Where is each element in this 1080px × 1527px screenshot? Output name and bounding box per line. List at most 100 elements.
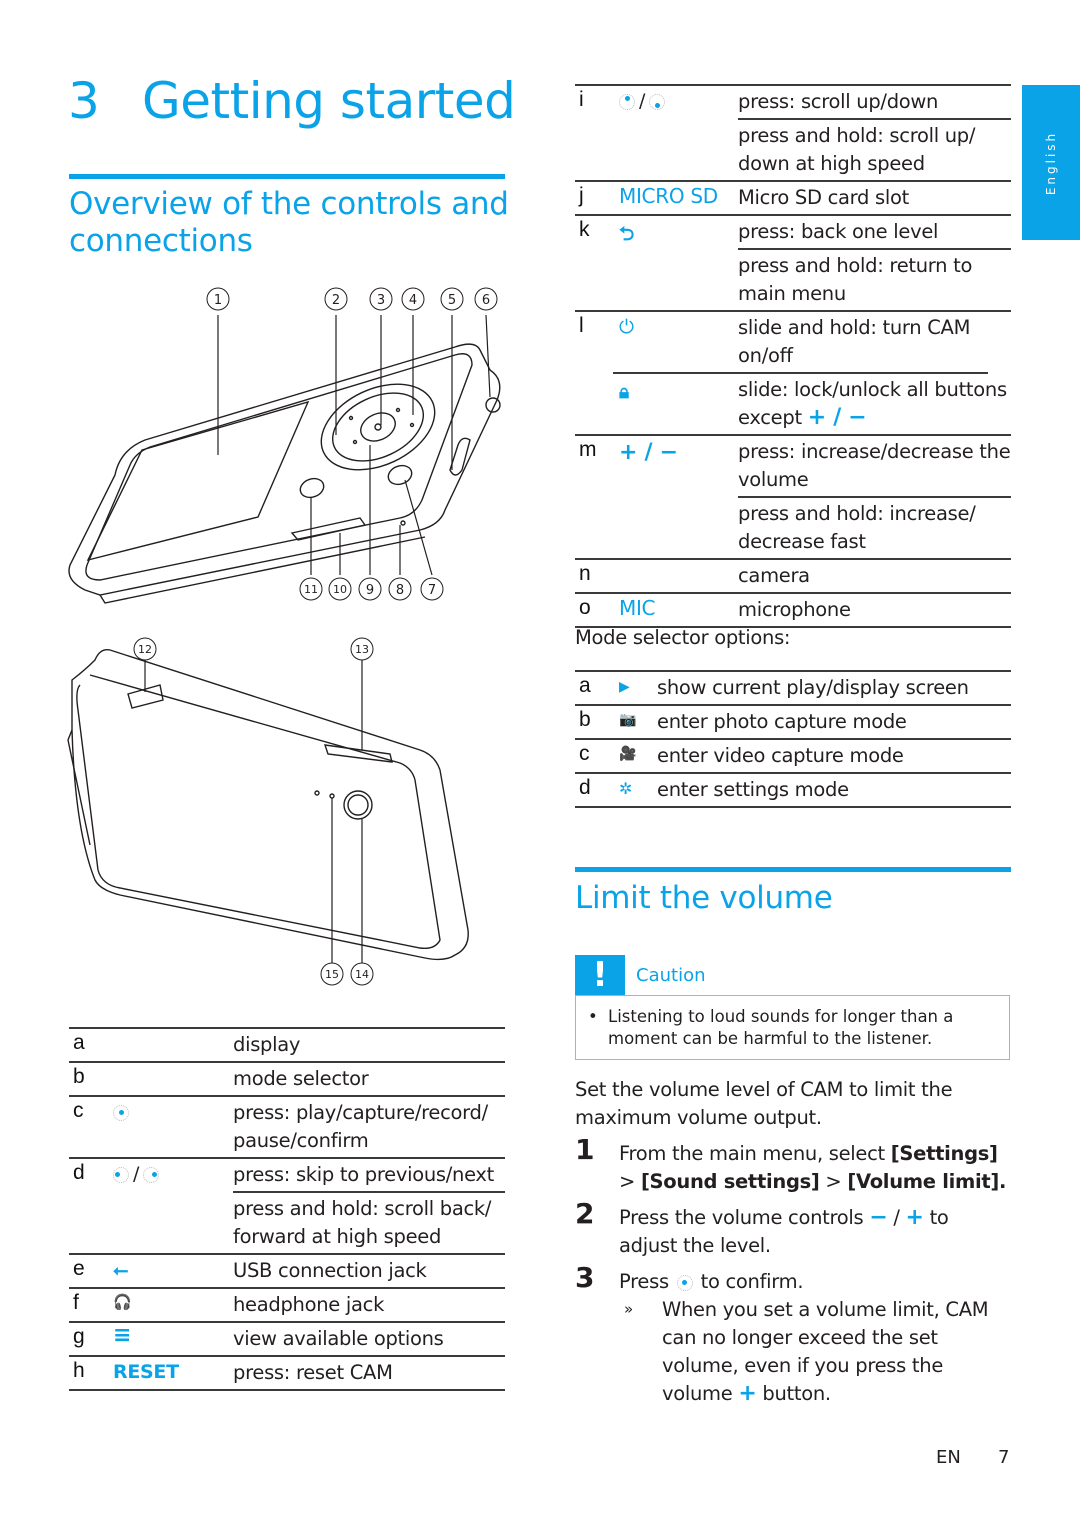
svg-text:12: 12 <box>138 643 152 656</box>
caution-label: Caution <box>636 965 706 986</box>
micro-sd-label: MICRO SD <box>619 184 718 208</box>
microphone-hole <box>400 520 406 526</box>
back-icon: ⮌ <box>619 223 634 245</box>
svg-text:3: 3 <box>377 293 385 308</box>
volume-intro: Set the volume level of CAM to limit the… <box>575 1078 953 1129</box>
microphone-back <box>329 793 335 799</box>
step-3-text: Press to confirm. <box>619 1270 804 1293</box>
menu-icon: ≡ <box>113 1323 132 1348</box>
table-row: i / press: scroll up/down press and hold… <box>575 84 1011 182</box>
svg-text:6: 6 <box>482 293 490 308</box>
volume-button-top <box>323 744 393 763</box>
table-row: n camera <box>575 560 1011 594</box>
step-number: 2 <box>575 1197 595 1230</box>
device-body-outline <box>68 343 501 596</box>
section-rule-volume <box>575 867 1011 872</box>
svg-text:7: 7 <box>428 583 436 598</box>
nav-center-button <box>360 412 396 442</box>
footer-language: EN <box>936 1447 961 1468</box>
caution-text: Listening to loud sounds for longer than… <box>608 1007 954 1048</box>
svg-text:15: 15 <box>325 968 339 981</box>
callout-14: 14 <box>350 962 374 986</box>
table-row: c press: play/capture/record/ pause/conf… <box>69 1097 505 1159</box>
callout-12: 12 <box>133 637 157 661</box>
plus-minus-icon: + / − <box>807 405 867 430</box>
section-rule <box>69 174 505 179</box>
mic-label: MIC <box>619 596 656 620</box>
svg-text:10: 10 <box>333 583 347 596</box>
svg-text:14: 14 <box>355 968 369 981</box>
svg-text:1: 1 <box>214 293 222 308</box>
svg-text:11: 11 <box>304 583 318 596</box>
language-tab-label: English <box>1044 130 1058 195</box>
plus-icon: + <box>738 1381 757 1406</box>
controls-table-right: i / press: scroll up/down press and hold… <box>575 84 1011 628</box>
section-title-overview: Overview of the controls and connections <box>69 186 509 259</box>
led-indicator <box>314 790 320 796</box>
chapter-title-text: Getting started <box>142 72 516 130</box>
volume-plus-minus-icon: + / − <box>619 440 678 465</box>
usb-icon: ⭠ <box>113 1259 128 1281</box>
callout-5: 5 <box>440 287 464 311</box>
table-row: b 📷 enter photo capture mode <box>575 706 1011 740</box>
callout-13: 13 <box>350 637 374 661</box>
minus-icon: − <box>869 1205 888 1230</box>
play-icon: ▶ <box>619 679 630 695</box>
reset-label: RESET <box>113 1361 179 1383</box>
svg-text:13: 13 <box>355 643 369 656</box>
nav-center-icon <box>113 1101 129 1123</box>
table-row: l ⏻ slide and hold: turn CAM on/off 🔒︎ s… <box>575 312 1011 436</box>
camera-icon: 📷 <box>619 712 637 728</box>
callout-8: 8 <box>388 577 412 601</box>
table-row: a display <box>69 1027 505 1063</box>
step-1-text: From the main menu, select [Settings] > … <box>619 1142 1007 1193</box>
back-button <box>387 464 413 486</box>
callout-9: 9 <box>358 577 382 601</box>
power-lock-switch <box>449 437 471 476</box>
camera-lens-inner <box>347 794 369 816</box>
callout-6: 6 <box>474 287 498 311</box>
chapter-title: 3 Getting started <box>68 72 516 130</box>
callout-1: 1 <box>206 287 230 311</box>
micro-sd-slot <box>290 517 367 541</box>
callout-4: 4 <box>401 287 425 311</box>
table-row: o MIC microphone <box>575 594 1011 628</box>
table-row: c 🎥 enter video capture mode <box>575 740 1011 774</box>
callout-2: 2 <box>324 287 348 311</box>
caution-box: • Listening to loud sounds for longer th… <box>575 995 1010 1060</box>
table-row: e ⭠ USB connection jack <box>69 1255 505 1289</box>
table-row: g ≡ view available options <box>69 1323 505 1357</box>
step-2-text: Press the volume controls − / + to adjus… <box>619 1205 949 1257</box>
table-row: f 🎧 headphone jack <box>69 1289 505 1323</box>
table-row: j MICRO SD Micro SD card slot <box>575 182 1011 216</box>
headphone-icon: 🎧 <box>113 1293 132 1311</box>
svg-text:9: 9 <box>366 583 374 598</box>
nav-up-down-icon: / <box>619 90 666 112</box>
device-back-diagram: 12 13 14 15 <box>67 637 469 986</box>
mode-selector-table: a ▶ show current play/display screen b 📷… <box>575 670 1011 808</box>
nav-left-right-icon: / <box>113 1163 160 1185</box>
table-row: b mode selector <box>69 1063 505 1097</box>
table-row: k ⮌ press: back one level press and hold… <box>575 216 1011 312</box>
device-front-diagram: 1 2 3 4 5 6 7 8 9 10 11 <box>68 287 501 604</box>
table-row: h RESET press: reset CAM <box>69 1357 505 1391</box>
display-screen <box>86 400 310 562</box>
result-marker: » <box>624 1300 634 1318</box>
table-row: d ✲ enter settings mode <box>575 774 1011 808</box>
callout-3: 3 <box>369 287 393 311</box>
menu-button <box>299 477 325 499</box>
step-3-result: When you set a volume limit, CAM can no … <box>662 1298 989 1406</box>
caution-icon: ! <box>575 955 625 995</box>
language-tab[interactable]: English <box>1022 85 1080 240</box>
bullet-icon: • <box>588 1007 598 1026</box>
plus-icon: + <box>905 1205 924 1230</box>
table-row: d / press: skip to previous/next press a… <box>69 1159 505 1255</box>
device-back-outline <box>71 649 469 961</box>
callout-11: 11 <box>299 577 323 601</box>
controls-table-left: a display b mode selector c press: play/… <box>69 1027 505 1391</box>
nav-center-icon <box>676 1274 693 1291</box>
step-number: 3 <box>575 1261 595 1294</box>
svg-text:5: 5 <box>448 293 456 308</box>
table-row: m + / − press: increase/decrease the vol… <box>575 436 1011 560</box>
mode-selector-intro: Mode selector options: <box>575 626 791 649</box>
